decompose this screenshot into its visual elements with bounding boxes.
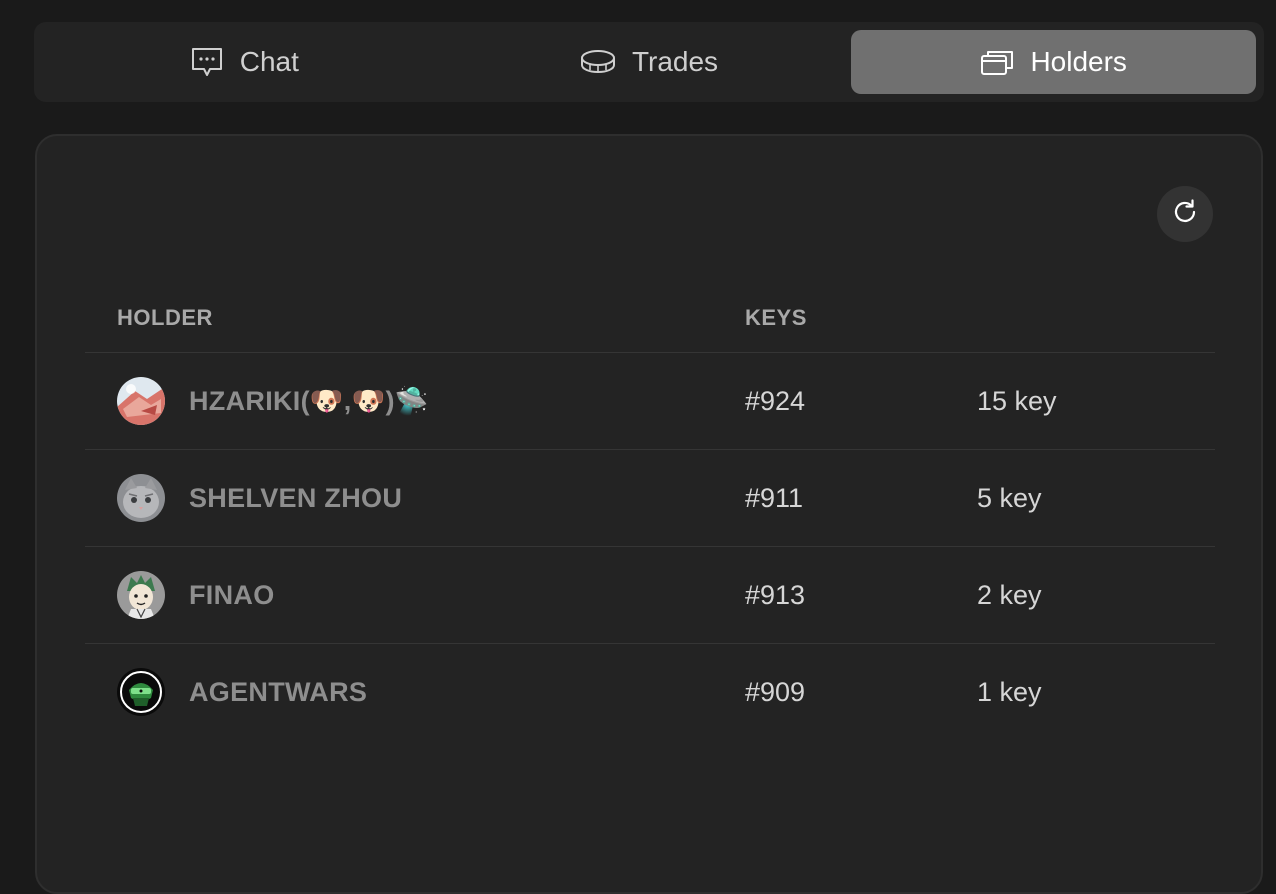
key-id: #913 (745, 579, 806, 610)
avatar[interactable] (117, 668, 165, 716)
key-id: #911 (745, 482, 804, 513)
holder-name[interactable]: FINAO (189, 580, 275, 611)
table-row[interactable]: HZARIKI(🐶,🐶)🛸 #924 15 key (85, 353, 1215, 450)
tab-trades-label: Trades (631, 46, 719, 77)
tab-chat[interactable]: Chat (42, 30, 447, 94)
cards-icon (980, 47, 1014, 77)
header-keys: KEYS (745, 305, 807, 330)
holder-cell: SHELVEN ZHOU (85, 474, 745, 522)
key-amount: 15 key (977, 385, 1057, 416)
refresh-button[interactable] (1157, 186, 1213, 242)
key-amount: 5 key (977, 482, 1042, 513)
holder-cell: AGENTWARS (85, 668, 745, 716)
tab-trades[interactable]: Trades (447, 30, 852, 94)
holder-name[interactable]: HZARIKI(🐶,🐶)🛸 (189, 385, 429, 417)
tab-holders-label: Holders (1030, 46, 1127, 77)
avatar[interactable] (117, 571, 165, 619)
avatar[interactable] (117, 474, 165, 522)
table-header: HOLDER KEYS (85, 284, 1215, 353)
holder-name[interactable]: SHELVEN ZHOU (189, 483, 402, 514)
holder-cell: HZARIKI(🐶,🐶)🛸 (85, 377, 745, 425)
holders-table: HOLDER KEYS HZARIKI(🐶,🐶)🛸 #924 15 key SH… (85, 284, 1215, 740)
key-amount: 2 key (977, 579, 1042, 610)
chat-icon (190, 46, 224, 78)
holder-cell: FINAO (85, 571, 745, 619)
tab-bar: Chat Trades Holders (34, 22, 1264, 102)
refresh-icon (1171, 198, 1199, 231)
table-row[interactable]: FINAO #913 2 key (85, 547, 1215, 644)
coin-icon (580, 48, 616, 76)
holder-name[interactable]: AGENTWARS (189, 677, 367, 708)
holders-panel: HOLDER KEYS HZARIKI(🐶,🐶)🛸 #924 15 key SH… (35, 134, 1263, 894)
key-id: #924 (745, 385, 806, 416)
key-amount: 1 key (977, 676, 1042, 707)
table-row[interactable]: AGENTWARS #909 1 key (85, 644, 1215, 740)
tab-holders[interactable]: Holders (851, 30, 1257, 94)
key-id: #909 (745, 676, 806, 707)
header-holder: HOLDER (117, 305, 213, 330)
tab-chat-label: Chat (239, 46, 299, 77)
table-row[interactable]: SHELVEN ZHOU #911 5 key (85, 450, 1215, 547)
avatar[interactable] (117, 377, 165, 425)
